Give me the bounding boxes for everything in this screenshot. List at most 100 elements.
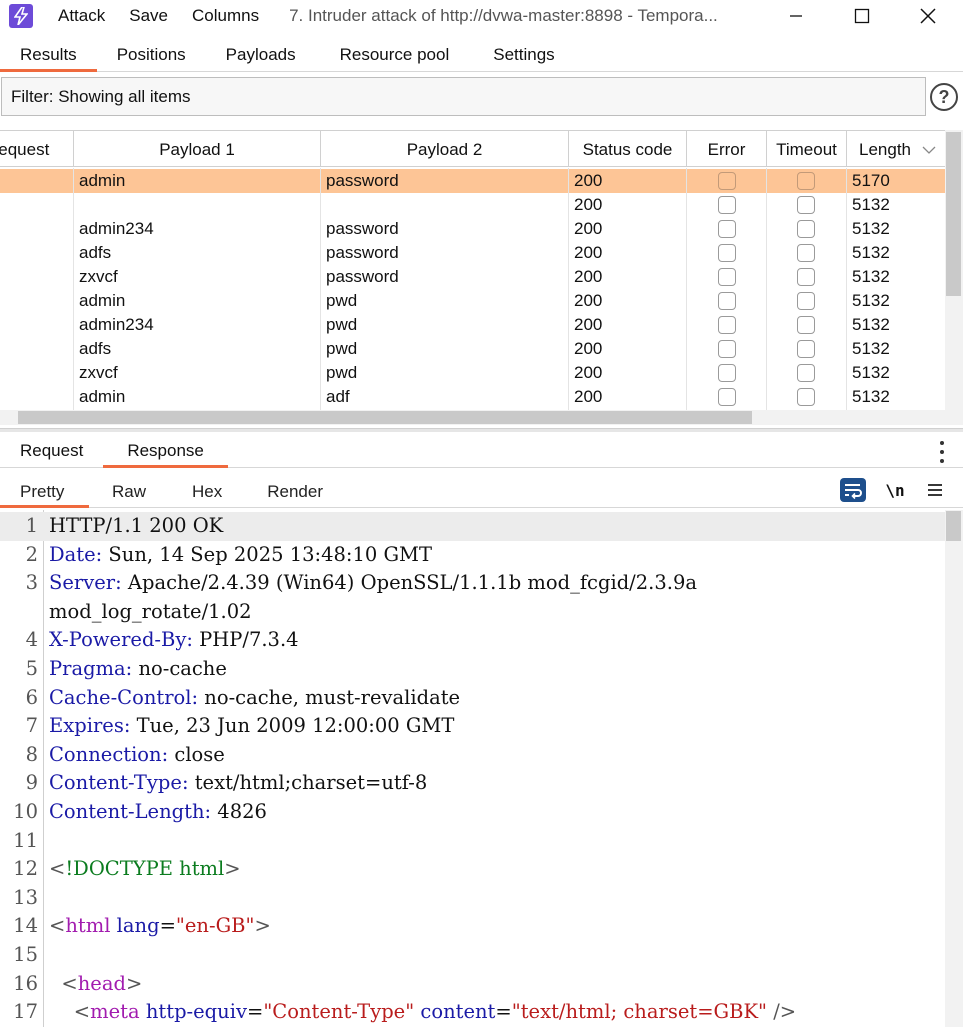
code-line[interactable]: 5 Pragma: no-cache: [0, 655, 945, 684]
word-wrap-button[interactable]: [840, 477, 866, 503]
menu-button[interactable]: [924, 477, 946, 503]
newline-toggle-button[interactable]: \n: [884, 477, 906, 503]
code-text: Content-Length: 4826: [49, 798, 267, 827]
tab-hex[interactable]: Hex: [169, 474, 245, 507]
table-vertical-scrollbar[interactable]: [945, 130, 963, 425]
more-options-icon[interactable]: [935, 441, 949, 463]
tab-request[interactable]: Request: [0, 432, 103, 467]
code-text: <!DOCTYPE html>: [49, 855, 241, 884]
table-row[interactable]: admin234 password 200 5132: [0, 217, 945, 241]
column-header-length[interactable]: Length: [847, 131, 945, 167]
code-token-key: Pragma: [49, 657, 126, 680]
code-line[interactable]: 6 Cache-Control: no-cache, must-revalidat…: [0, 684, 945, 713]
error-checkbox: [718, 196, 736, 214]
timeout-checkbox: [797, 340, 815, 358]
code-token-punct: :: [186, 628, 193, 652]
code-line[interactable]: 2 Date: Sun, 14 Sep 2025 13:48:10 GMT: [0, 541, 945, 570]
table-horizontal-scrollbar[interactable]: [0, 410, 945, 425]
table-header: Request Payload 1 Payload 2 Status code …: [0, 131, 945, 167]
tab-render[interactable]: Render: [245, 474, 345, 507]
tab-response[interactable]: Response: [103, 432, 228, 468]
code-line[interactable]: 10 Content-Length: 4826: [0, 798, 945, 827]
line-number: 3: [25, 571, 38, 595]
minimize-button[interactable]: [773, 0, 819, 32]
cell-payload-1: admin234: [79, 219, 154, 238]
code-token-val: no-cache, must-revalidate: [198, 685, 461, 709]
column-header-error[interactable]: Error: [687, 131, 767, 167]
code-line[interactable]: mod_log_rotate/1.02: [0, 598, 945, 627]
code-token-val: no-cache: [132, 657, 227, 680]
table-row[interactable]: admin234 pwd 200 5132: [0, 313, 945, 337]
help-icon[interactable]: ?: [930, 83, 958, 111]
code-line[interactable]: 8 Connection: close: [0, 741, 945, 770]
code-line[interactable]: 13: [0, 884, 945, 913]
maximize-icon: [854, 8, 870, 24]
table-row[interactable]: admin password 200 5170: [0, 169, 945, 193]
code-line[interactable]: 4 X-Powered-By: PHP/7.3.4: [0, 626, 945, 655]
column-header-timeout[interactable]: Timeout: [767, 131, 847, 167]
code-token-val: PHP/7.3.4: [192, 628, 299, 652]
code-line[interactable]: 9 Content-Type: text/html;charset=utf-8: [0, 769, 945, 798]
column-header-status-code[interactable]: Status code: [569, 131, 687, 167]
code-line[interactable]: 7 Expires: Tue, 23 Jun 2009 12:00:00 GMT: [0, 712, 945, 741]
cell-payload-1: adfs: [79, 339, 112, 358]
response-editor[interactable]: 1 HTTP/1.1 200 OK 2 Date: Sun, 14 Sep 2025 …: [0, 510, 945, 1027]
code-token-attr: lang: [116, 914, 160, 938]
cell-payload-2: password: [326, 267, 399, 286]
code-text: <head>: [49, 970, 142, 999]
tab-results[interactable]: Results: [0, 38, 97, 72]
cell-payload-1: zxvcf: [79, 363, 118, 382]
tab-raw[interactable]: Raw: [89, 474, 169, 507]
table-row[interactable]: admin pwd 200 5132: [0, 289, 945, 313]
table-row[interactable]: zxvcf pwd 200 5132: [0, 361, 945, 385]
timeout-checkbox: [797, 220, 815, 238]
menu-save[interactable]: Save: [129, 6, 168, 26]
timeout-checkbox: [797, 316, 815, 334]
filter-bar[interactable]: Filter: Showing all items: [1, 77, 926, 116]
tab-resource-pool[interactable]: Resource pool: [316, 38, 474, 71]
column-header-length-label: Length: [859, 140, 911, 159]
cell-payload-2: adf: [326, 387, 350, 406]
tab-payloads[interactable]: Payloads: [206, 38, 316, 71]
code-line[interactable]: 1 HTTP/1.1 200 OK: [0, 512, 945, 541]
line-number: 10: [13, 800, 38, 823]
code-line[interactable]: 14 <html lang="en-GB">: [0, 912, 945, 941]
maximize-button[interactable]: [839, 0, 885, 32]
menu-columns[interactable]: Columns: [192, 6, 259, 26]
table-row[interactable]: 200 5132: [0, 193, 945, 217]
table-row[interactable]: admin adf 200 5132: [0, 385, 945, 409]
code-line[interactable]: 15: [0, 941, 945, 970]
menu-attack[interactable]: Attack: [58, 6, 105, 26]
table-row[interactable]: adfs pwd 200 5132: [0, 337, 945, 361]
cell-length: 5132: [852, 315, 890, 334]
table-row[interactable]: zxvcf password 200 5132: [0, 265, 945, 289]
sort-chevron-down-icon: [922, 146, 936, 154]
column-header-payload-2[interactable]: Payload 2: [321, 131, 569, 167]
close-button[interactable]: [905, 0, 951, 32]
timeout-checkbox: [797, 172, 815, 190]
code-token-bracket: >: [254, 914, 271, 938]
tab-positions[interactable]: Positions: [97, 38, 206, 71]
code-token-bracket: <: [61, 971, 78, 995]
code-line[interactable]: 3 Server: Apache/2.4.39 (Win64) OpenSSL/1…: [0, 569, 945, 598]
column-header-payload-1[interactable]: Payload 1: [74, 131, 321, 167]
code-line[interactable]: 12 <!DOCTYPE html>: [0, 855, 945, 884]
code-line[interactable]: 16 <head>: [0, 970, 945, 999]
table-vertical-scroll-thumb[interactable]: [946, 132, 961, 296]
tab-pretty[interactable]: Pretty: [0, 474, 89, 508]
cell-length: 5132: [852, 387, 890, 406]
code-token-str: "Content-Type": [263, 1000, 415, 1024]
column-header-request[interactable]: Request: [0, 131, 74, 167]
word-wrap-icon: [840, 478, 866, 502]
editor-vertical-scrollbar[interactable]: [945, 510, 963, 1027]
editor-vertical-scroll-thumb[interactable]: [946, 511, 961, 541]
tab-settings[interactable]: Settings: [473, 38, 574, 71]
cell-payload-1: admin: [79, 291, 126, 310]
code-line[interactable]: 17 <meta http-equiv="Content-Type" conte…: [0, 998, 945, 1027]
code-token-tag: head: [77, 971, 126, 995]
cell-payload-2: pwd: [326, 363, 358, 382]
cell-payload-1: admin234: [79, 315, 154, 334]
table-horizontal-scroll-thumb[interactable]: [18, 411, 752, 424]
table-row[interactable]: adfs password 200 5132: [0, 241, 945, 265]
code-line[interactable]: 11: [0, 827, 945, 856]
